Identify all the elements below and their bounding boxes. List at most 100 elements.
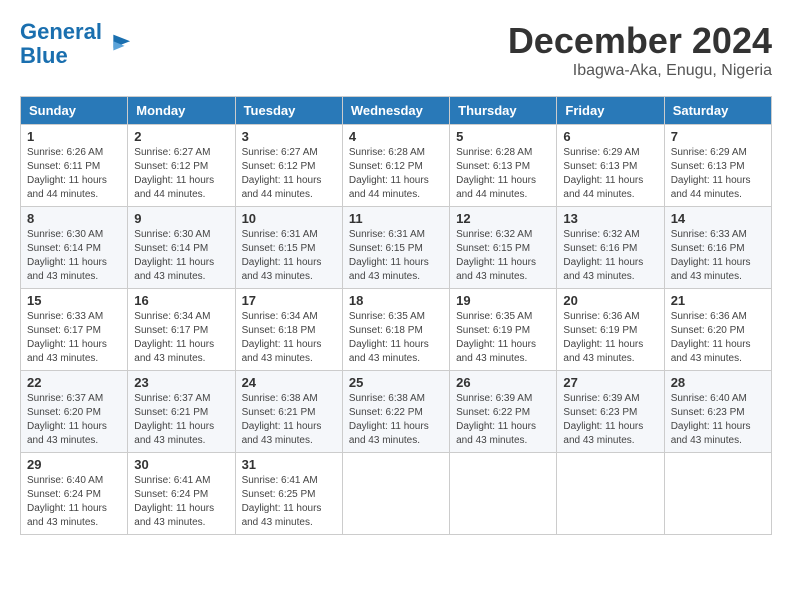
day-number: 2 [134,129,228,144]
month-title: December 2024 [508,20,772,62]
calendar-cell: 30Sunrise: 6:41 AM Sunset: 6:24 PM Dayli… [128,453,235,535]
day-number: 15 [27,293,121,308]
day-number: 16 [134,293,228,308]
day-number: 29 [27,457,121,472]
day-info: Sunrise: 6:41 AM Sunset: 6:25 PM Dayligh… [242,474,336,530]
day-number: 14 [671,211,765,226]
calendar-cell: 11 Sunrise: 6:31 AM Sunset: 6:15 PM Dayli… [342,207,449,289]
day-info: Sunrise: 6:26 AM Sunset: 6:11 PM Dayligh… [27,146,121,202]
day-number: 28 [671,375,765,390]
calendar-cell: 18 Sunrise: 6:35 AM Sunset: 6:18 PM Dayli… [342,289,449,371]
day-number: 7 [671,129,765,144]
logo-text: General Blue [20,20,102,68]
calendar-cell: 31 Sunrise: 6:41 AM Sunset: 6:25 PM Dayli… [235,453,342,535]
day-number: 18 [349,293,443,308]
calendar-cell: 8Sunrise: 6:30 AM Sunset: 6:14 PM Daylig… [21,207,128,289]
day-number: 25 [349,375,443,390]
calendar-header-row: SundayMondayTuesdayWednesdayThursdayFrid… [21,97,772,125]
day-number: 13 [563,211,657,226]
calendar-cell: 7 Sunrise: 6:29 AM Sunset: 6:13 PM Daylig… [664,125,771,207]
day-number: 6 [563,129,657,144]
day-info: Sunrise: 6:31 AM Sunset: 6:15 PM Dayligh… [242,228,336,284]
day-info: Sunrise: 6:27 AM Sunset: 6:12 PM Dayligh… [242,146,336,202]
day-info: Sunrise: 6:38 AM Sunset: 6:22 PM Dayligh… [349,392,443,448]
calendar-cell: 1 Sunrise: 6:26 AM Sunset: 6:11 PM Daylig… [21,125,128,207]
weekday-header: Monday [128,97,235,125]
calendar-cell: 24 Sunrise: 6:38 AM Sunset: 6:21 PM Dayli… [235,371,342,453]
calendar-cell: 26Sunrise: 6:39 AM Sunset: 6:22 PM Dayli… [450,371,557,453]
calendar-cell: 21 Sunrise: 6:36 AM Sunset: 6:20 PM Dayli… [664,289,771,371]
calendar-cell: 27Sunrise: 6:39 AM Sunset: 6:23 PM Dayli… [557,371,664,453]
day-info: Sunrise: 6:33 AM Sunset: 6:16 PM Dayligh… [671,228,765,284]
calendar-cell: 28Sunrise: 6:40 AM Sunset: 6:23 PM Dayli… [664,371,771,453]
day-number: 24 [242,375,336,390]
calendar-week-row: 1 Sunrise: 6:26 AM Sunset: 6:11 PM Daylig… [21,125,772,207]
calendar-cell: 5 Sunrise: 6:28 AM Sunset: 6:13 PM Daylig… [450,125,557,207]
weekday-header: Tuesday [235,97,342,125]
day-number: 12 [456,211,550,226]
day-info: Sunrise: 6:32 AM Sunset: 6:15 PM Dayligh… [456,228,550,284]
calendar-week-row: 29 Sunrise: 6:40 AM Sunset: 6:24 PM Dayli… [21,453,772,535]
calendar-cell: 19Sunrise: 6:35 AM Sunset: 6:19 PM Dayli… [450,289,557,371]
day-number: 11 [349,211,443,226]
day-info: Sunrise: 6:34 AM Sunset: 6:18 PM Dayligh… [242,310,336,366]
calendar-cell: 9 Sunrise: 6:30 AM Sunset: 6:14 PM Daylig… [128,207,235,289]
day-info: Sunrise: 6:33 AM Sunset: 6:17 PM Dayligh… [27,310,121,366]
day-info: Sunrise: 6:37 AM Sunset: 6:20 PM Dayligh… [27,392,121,448]
day-info: Sunrise: 6:38 AM Sunset: 6:21 PM Dayligh… [242,392,336,448]
day-number: 1 [27,129,121,144]
calendar-cell: 29 Sunrise: 6:40 AM Sunset: 6:24 PM Dayli… [21,453,128,535]
day-number: 9 [134,211,228,226]
weekday-header: Friday [557,97,664,125]
day-number: 19 [456,293,550,308]
day-number: 8 [27,211,121,226]
logo: General Blue [20,20,132,68]
calendar-cell: 22 Sunrise: 6:37 AM Sunset: 6:20 PM Dayli… [21,371,128,453]
day-info: Sunrise: 6:30 AM Sunset: 6:14 PM Dayligh… [134,228,228,284]
day-info: Sunrise: 6:28 AM Sunset: 6:13 PM Dayligh… [456,146,550,202]
weekday-header: Wednesday [342,97,449,125]
calendar-cell: 6 Sunrise: 6:29 AM Sunset: 6:13 PM Daylig… [557,125,664,207]
day-number: 4 [349,129,443,144]
calendar-week-row: 8 Sunrise: 6:30 AM Sunset: 6:14 PM Daylig… [21,207,772,289]
day-number: 3 [242,129,336,144]
day-number: 31 [242,457,336,472]
calendar-cell: 4 Sunrise: 6:28 AM Sunset: 6:12 PM Daylig… [342,125,449,207]
location: Ibagwa-Aka, Enugu, Nigeria [508,62,772,80]
day-info: Sunrise: 6:34 AM Sunset: 6:17 PM Dayligh… [134,310,228,366]
day-number: 17 [242,293,336,308]
day-number: 23 [134,375,228,390]
day-info: Sunrise: 6:29 AM Sunset: 6:13 PM Dayligh… [563,146,657,202]
day-info: Sunrise: 6:37 AM Sunset: 6:21 PM Dayligh… [134,392,228,448]
calendar-cell: 13 Sunrise: 6:32 AM Sunset: 6:16 PM Dayli… [557,207,664,289]
calendar-cell: 14 Sunrise: 6:33 AM Sunset: 6:16 PM Dayli… [664,207,771,289]
page-header: General Blue December 2024 Ibagwa-Aka, E… [20,20,772,80]
day-info: Sunrise: 6:29 AM Sunset: 6:13 PM Dayligh… [671,146,765,202]
day-info: Sunrise: 6:32 AM Sunset: 6:16 PM Dayligh… [563,228,657,284]
day-info: Sunrise: 6:36 AM Sunset: 6:19 PM Dayligh… [563,310,657,366]
weekday-header: Thursday [450,97,557,125]
calendar-table: SundayMondayTuesdayWednesdayThursdayFrid… [20,96,772,535]
weekday-header: Sunday [21,97,128,125]
day-info: Sunrise: 6:41 AM Sunset: 6:24 PM Dayligh… [134,474,228,530]
day-number: 22 [27,375,121,390]
day-info: Sunrise: 6:27 AM Sunset: 6:12 PM Dayligh… [134,146,228,202]
day-number: 21 [671,293,765,308]
calendar-cell: 25 Sunrise: 6:38 AM Sunset: 6:22 PM Dayli… [342,371,449,453]
calendar-week-row: 15 Sunrise: 6:33 AM Sunset: 6:17 PM Dayli… [21,289,772,371]
day-number: 20 [563,293,657,308]
calendar-cell [557,453,664,535]
calendar-week-row: 22 Sunrise: 6:37 AM Sunset: 6:20 PM Dayli… [21,371,772,453]
calendar-cell: 10Sunrise: 6:31 AM Sunset: 6:15 PM Dayli… [235,207,342,289]
day-info: Sunrise: 6:40 AM Sunset: 6:24 PM Dayligh… [27,474,121,530]
day-info: Sunrise: 6:36 AM Sunset: 6:20 PM Dayligh… [671,310,765,366]
day-number: 27 [563,375,657,390]
calendar-cell: 16 Sunrise: 6:34 AM Sunset: 6:17 PM Dayli… [128,289,235,371]
day-info: Sunrise: 6:35 AM Sunset: 6:18 PM Dayligh… [349,310,443,366]
day-number: 5 [456,129,550,144]
calendar-cell: 17 Sunrise: 6:34 AM Sunset: 6:18 PM Dayli… [235,289,342,371]
day-number: 26 [456,375,550,390]
day-info: Sunrise: 6:28 AM Sunset: 6:12 PM Dayligh… [349,146,443,202]
calendar-cell: 3 Sunrise: 6:27 AM Sunset: 6:12 PM Daylig… [235,125,342,207]
day-info: Sunrise: 6:31 AM Sunset: 6:15 PM Dayligh… [349,228,443,284]
